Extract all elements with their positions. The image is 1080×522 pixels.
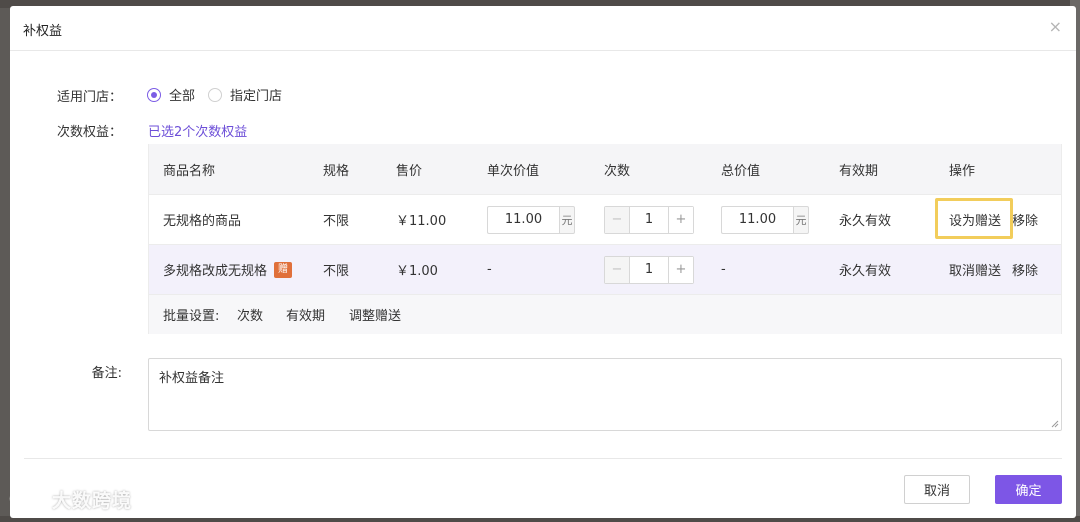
count-value[interactable]: 1 bbox=[630, 212, 668, 227]
remark-label: 备注: bbox=[91, 366, 122, 381]
radio-unchecked-icon bbox=[208, 87, 222, 102]
total-value-suffix: 元 bbox=[793, 205, 809, 234]
unit-value-suffix: 元 bbox=[559, 205, 575, 234]
cancel-button[interactable]: 取消 bbox=[904, 475, 970, 504]
highlight-box bbox=[935, 198, 1013, 239]
count-stepper: − 1 + bbox=[604, 205, 694, 234]
selected-benefits-link[interactable]: 已选2个次数权益 bbox=[148, 121, 247, 140]
close-icon[interactable]: × bbox=[1049, 18, 1062, 36]
minus-icon[interactable]: − bbox=[605, 256, 630, 283]
remove-button[interactable]: 移除 bbox=[1012, 195, 1038, 244]
confirm-button[interactable]: 确定 bbox=[995, 475, 1062, 504]
validity-link[interactable]: 永久有效 bbox=[839, 245, 891, 294]
watermark: 大数跨境 bbox=[8, 486, 132, 513]
count-stepper-cell: − 1 + bbox=[604, 195, 694, 244]
resize-grip-icon[interactable] bbox=[1051, 420, 1059, 428]
radio-all-label: 全部 bbox=[169, 89, 196, 104]
product-price: ￥1.00 bbox=[396, 264, 438, 279]
count-stepper: − 1 + bbox=[604, 255, 694, 284]
radio-all-stores[interactable]: 全部 bbox=[147, 85, 195, 104]
store-label: 适用门店： bbox=[56, 90, 122, 105]
remark-value: 补权益备注 bbox=[159, 371, 225, 386]
header-product-name: 商品名称 bbox=[163, 163, 216, 179]
radio-specific-stores[interactable]: 指定门店 bbox=[208, 85, 282, 104]
product-price: ￥11.00 bbox=[396, 214, 447, 229]
table-row: 无规格的商品 不限 ￥11.00 11.00 元 − 1 + 11.00 元 永… bbox=[149, 194, 1061, 244]
unit-value-input[interactable]: 11.00 bbox=[487, 205, 559, 234]
table-row: 多规格改成无规格 赠 不限 ￥1.00 - − 1 + - 永久有效 取消赠送 … bbox=[149, 244, 1061, 294]
watermark-text: 大数跨境 bbox=[52, 490, 133, 512]
header-actions: 操作 bbox=[949, 163, 976, 179]
total-value: - bbox=[721, 262, 726, 277]
radio-checked-icon bbox=[147, 87, 161, 102]
header-unit-value: 单次价值 bbox=[487, 163, 540, 179]
plus-icon[interactable]: + bbox=[668, 256, 693, 283]
watermark-logo-icon bbox=[9, 490, 43, 509]
total-value-field: 11.00 元 bbox=[721, 195, 809, 244]
total-value-input[interactable]: 11.00 bbox=[721, 205, 793, 234]
cancel-gift-button[interactable]: 取消赠送 bbox=[949, 245, 1001, 294]
validity-link[interactable]: 永久有效 bbox=[839, 195, 891, 244]
batch-adjust-gift-button[interactable]: 调整赠送 bbox=[349, 295, 401, 334]
product-spec: 不限 bbox=[323, 214, 350, 229]
product-name-cell: 多规格改成无规格 赠 bbox=[163, 245, 293, 294]
minus-icon[interactable]: − bbox=[605, 206, 630, 233]
product-name: 无规格的商品 bbox=[163, 214, 242, 229]
unit-value: - bbox=[487, 262, 492, 277]
header-total-value: 总价值 bbox=[721, 163, 761, 179]
supplement-benefit-modal: 补权益 × 适用门店： 全部 指定门店 次数权益： 已选2个次数权益 商品名称 … bbox=[10, 6, 1076, 518]
modal-title: 补权益 bbox=[23, 24, 63, 39]
header-spec: 规格 bbox=[323, 163, 350, 179]
modal-header: 补权益 × bbox=[10, 6, 1076, 51]
product-spec: 不限 bbox=[323, 264, 350, 279]
header-count: 次数 bbox=[604, 163, 631, 179]
product-name: 多规格改成无规格 bbox=[163, 264, 268, 279]
header-price: 售价 bbox=[396, 163, 423, 179]
radio-specific-label: 指定门店 bbox=[230, 89, 283, 104]
batch-settings-row: 批量设置: 次数 有效期 调整赠送 bbox=[149, 294, 1061, 334]
count-value[interactable]: 1 bbox=[630, 262, 668, 277]
benefits-label: 次数权益： bbox=[56, 125, 122, 140]
batch-count-button[interactable]: 次数 bbox=[237, 295, 263, 334]
count-stepper-cell: − 1 + bbox=[604, 245, 694, 294]
unit-value-field: 11.00 元 bbox=[487, 195, 575, 244]
remove-button[interactable]: 移除 bbox=[1012, 245, 1038, 294]
footer-divider bbox=[24, 458, 1062, 459]
benefits-table: 商品名称 规格 售价 单次价值 次数 总价值 有效期 操作 无规格的商品 不限 … bbox=[148, 144, 1062, 334]
batch-validity-button[interactable]: 有效期 bbox=[286, 295, 325, 334]
header-validity: 有效期 bbox=[839, 163, 879, 179]
gift-badge: 赠 bbox=[274, 261, 293, 278]
table-header: 商品名称 规格 售价 单次价值 次数 总价值 有效期 操作 bbox=[149, 144, 1061, 194]
batch-label: 批量设置: bbox=[163, 309, 220, 324]
plus-icon[interactable]: + bbox=[668, 206, 693, 233]
remark-textarea[interactable]: 补权益备注 bbox=[148, 358, 1062, 431]
